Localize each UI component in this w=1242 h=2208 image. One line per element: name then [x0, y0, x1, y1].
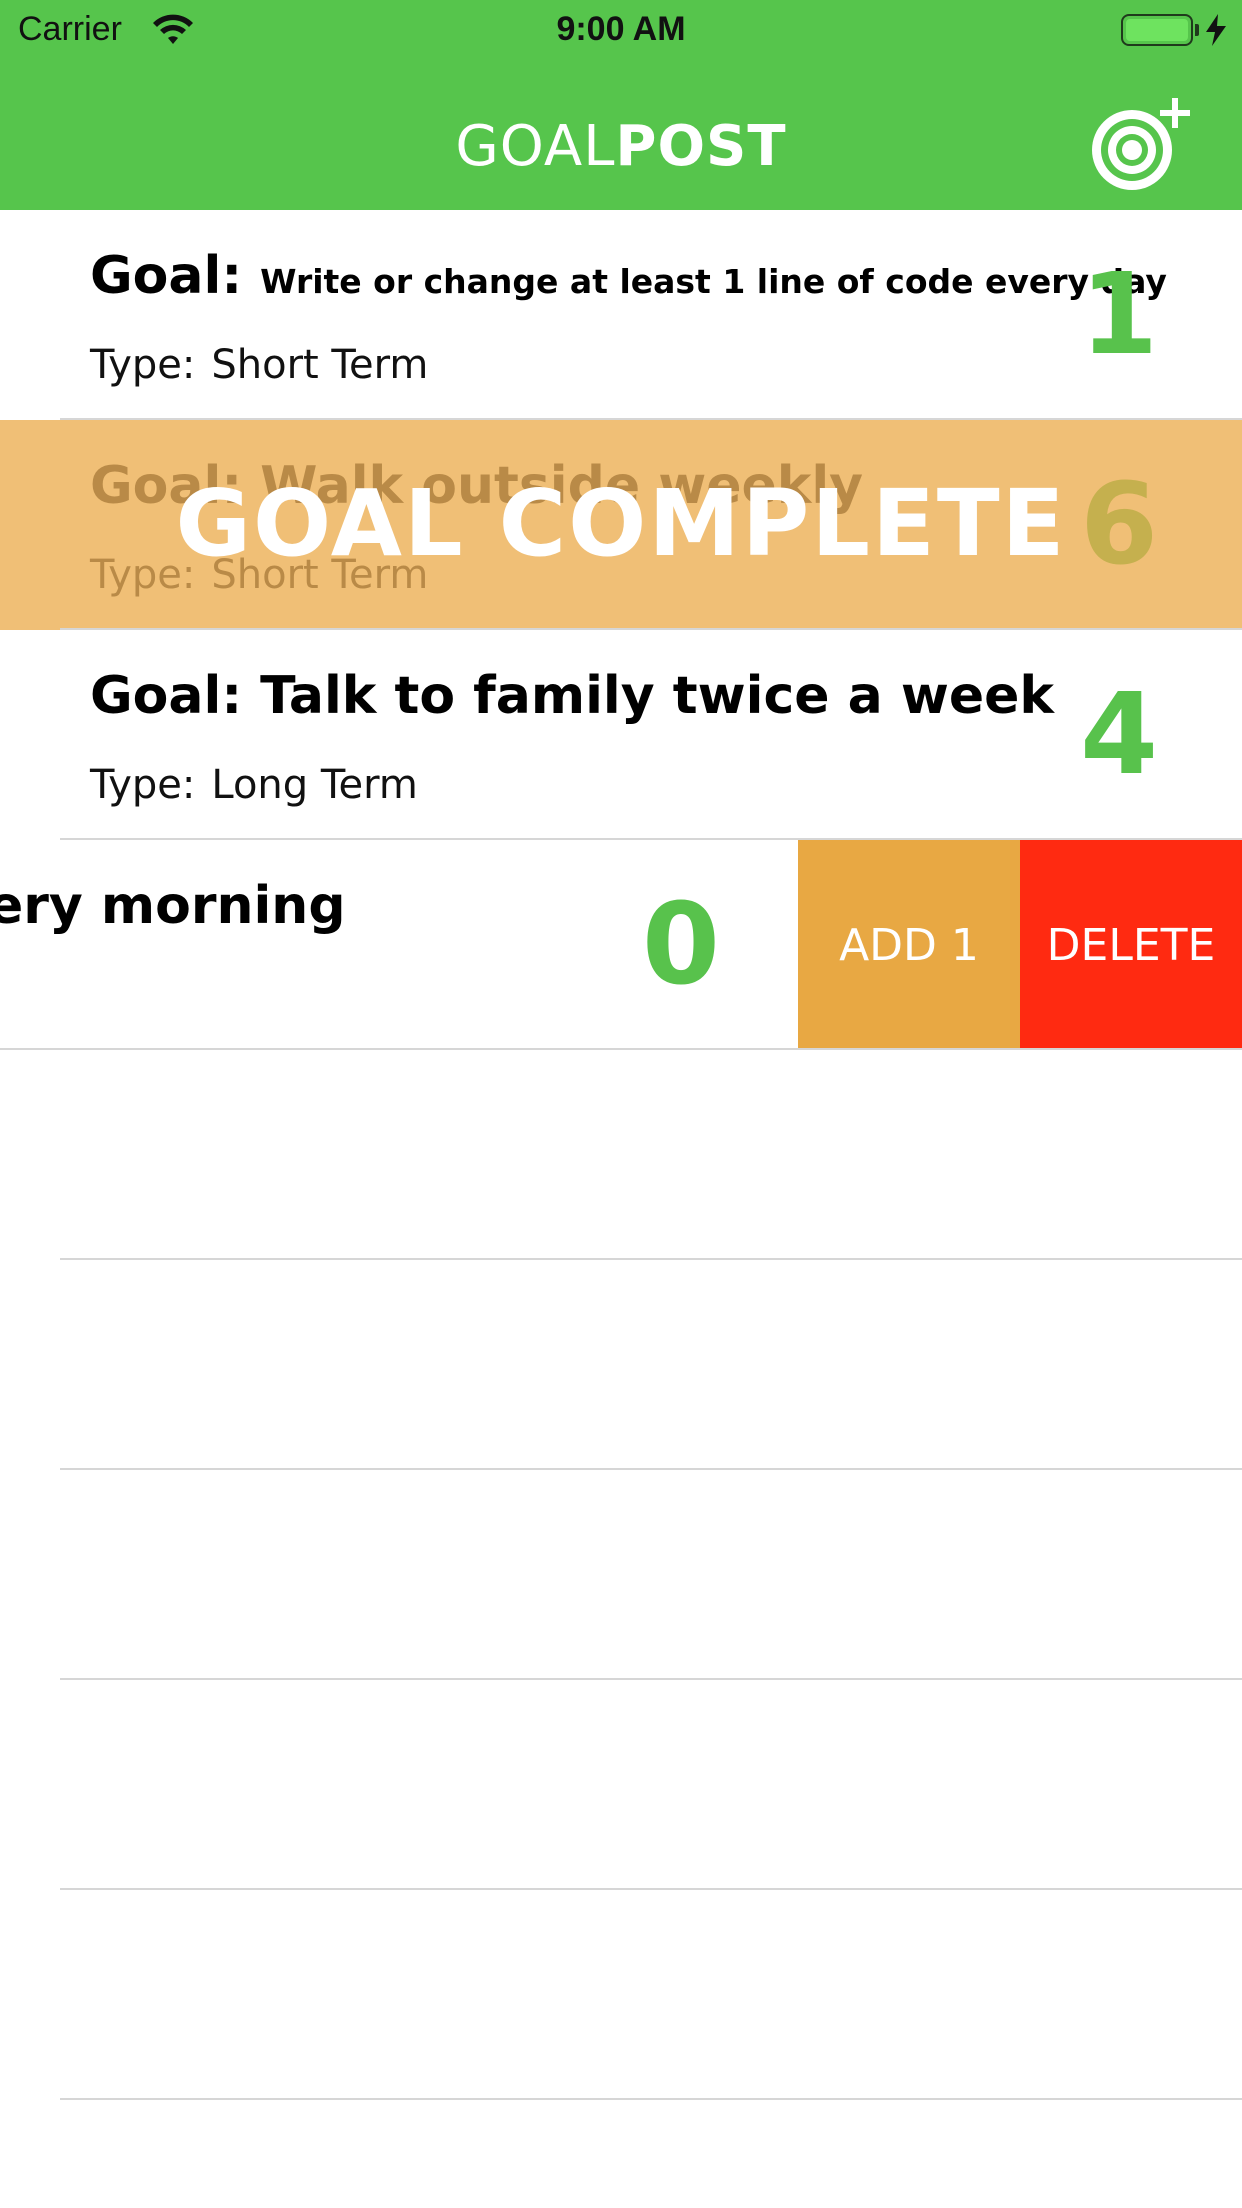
row-divider [60, 1678, 1242, 1680]
target-plus-icon[interactable] [1088, 96, 1200, 192]
type-label: Type: [90, 342, 196, 388]
goal-row-complete[interactable]: Goal: Walk outside weekly Type: Short Term… [0, 420, 1242, 630]
clock-time: 9:00 AM [556, 10, 686, 48]
goal-type: Long Term [211, 762, 418, 808]
type-line: Type: Long Term [90, 762, 418, 808]
row-divider [60, 2098, 1242, 2100]
goal-text-partial: ery morning [0, 876, 346, 936]
battery-tip [1195, 24, 1199, 36]
goal-type: Short Term [211, 342, 429, 388]
charging-bolt-icon [1206, 14, 1226, 46]
goal-row-swiped[interactable]: ery morning 0 ADD 1 DELETE [0, 840, 1242, 1050]
goal-label: Goal: [90, 666, 243, 726]
goal-progress: 1 [1080, 250, 1158, 380]
status-bar: Carrier 9:00 AM [0, 0, 1242, 60]
goal-line: Goal: Write or change at least 1 line of … [90, 246, 1167, 306]
row-divider [60, 1888, 1242, 1890]
goal-row[interactable]: Goal: Write or change at least 1 line of … [0, 210, 1242, 420]
swiped-row-content: ery morning 0 [0, 840, 798, 1050]
goal-progress: 4 [1080, 670, 1158, 800]
goal-line: Goal: Talk to family twice a week [90, 666, 1054, 726]
app-title-light: GOAL [455, 114, 616, 179]
goal-text: Write or change at least 1 line of code … [260, 262, 1167, 301]
goal-row[interactable]: Goal: Talk to family twice a week Type: Lo… [0, 630, 1242, 840]
goal-complete-overlay: GOAL COMPLETE [175, 470, 1067, 577]
type-label: Type: [90, 762, 196, 808]
goal-text: Talk to family twice a week [260, 666, 1054, 726]
row-divider [0, 1048, 1242, 1050]
nav-bar: GOALPOST [0, 60, 1242, 210]
app-title-bold: POST [615, 114, 787, 179]
add-one-button[interactable]: ADD 1 [798, 840, 1020, 1050]
delete-button[interactable]: DELETE [1020, 840, 1242, 1050]
battery-icon [1121, 14, 1193, 46]
row-divider [60, 1468, 1242, 1470]
row-divider [60, 1258, 1242, 1260]
goal-progress: 0 [642, 880, 720, 1010]
app-title: GOALPOST [0, 114, 1242, 179]
goal-label: Goal: [90, 246, 243, 306]
type-line: Type: Short Term [90, 342, 428, 388]
